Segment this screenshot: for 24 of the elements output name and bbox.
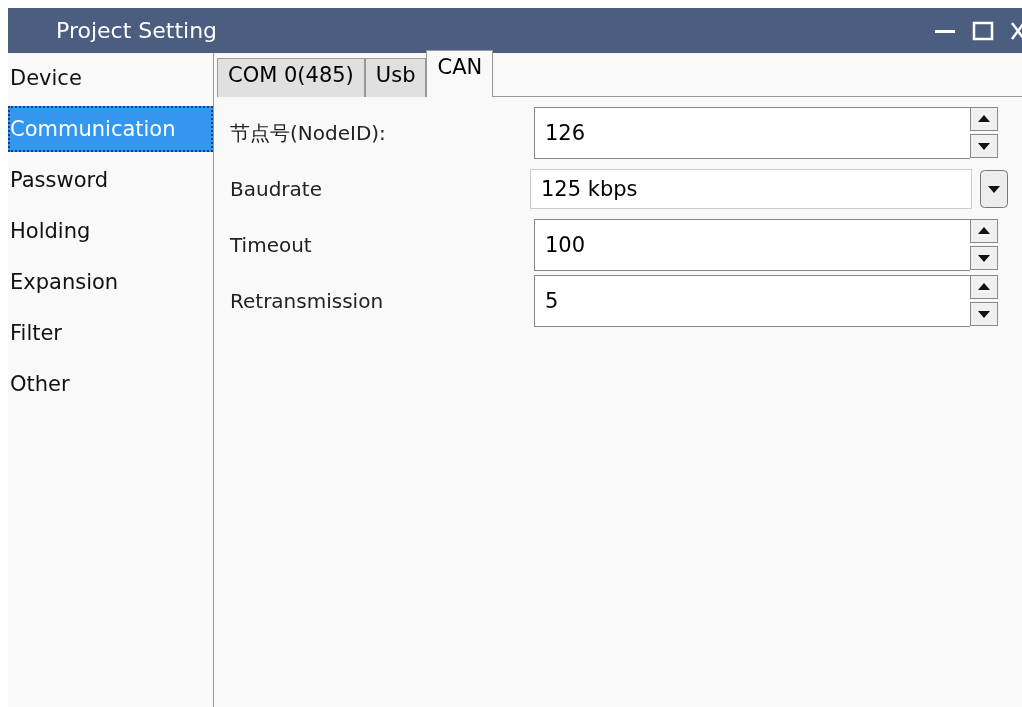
field-label: Baudrate: [230, 177, 323, 201]
field-label: Retransmission: [230, 289, 385, 313]
spin-down-icon[interactable]: [970, 134, 998, 158]
sidebar-item[interactable]: Other: [8, 369, 213, 420]
sidebar-item[interactable]: Filter: [8, 318, 213, 369]
sidebar-item[interactable]: Password: [8, 165, 213, 216]
field-label: Timeout: [230, 233, 313, 257]
spin-up-icon[interactable]: [970, 275, 998, 299]
tab[interactable]: COM 0(485): [217, 58, 365, 97]
window-title: Project Setting: [56, 18, 218, 43]
number-field[interactable]: 126: [534, 107, 970, 159]
spin-down-icon[interactable]: [970, 302, 998, 326]
spin-up-icon[interactable]: [970, 107, 998, 131]
tab[interactable]: Usb: [364, 58, 427, 97]
sidebar-item[interactable]: Expansion: [8, 267, 213, 318]
spin-up-icon[interactable]: [970, 219, 998, 243]
spin-down-icon[interactable]: [970, 246, 998, 270]
maximize-icon[interactable]: [972, 19, 994, 42]
tab[interactable]: CAN: [426, 50, 494, 97]
dropdown-field[interactable]: 125 kbps: [530, 169, 972, 209]
sidebar-item[interactable]: Holding: [8, 216, 213, 267]
field-label: 节点号(NodeID):: [230, 119, 387, 147]
number-field[interactable]: 100: [534, 219, 970, 271]
number-field[interactable]: 5: [534, 275, 970, 327]
